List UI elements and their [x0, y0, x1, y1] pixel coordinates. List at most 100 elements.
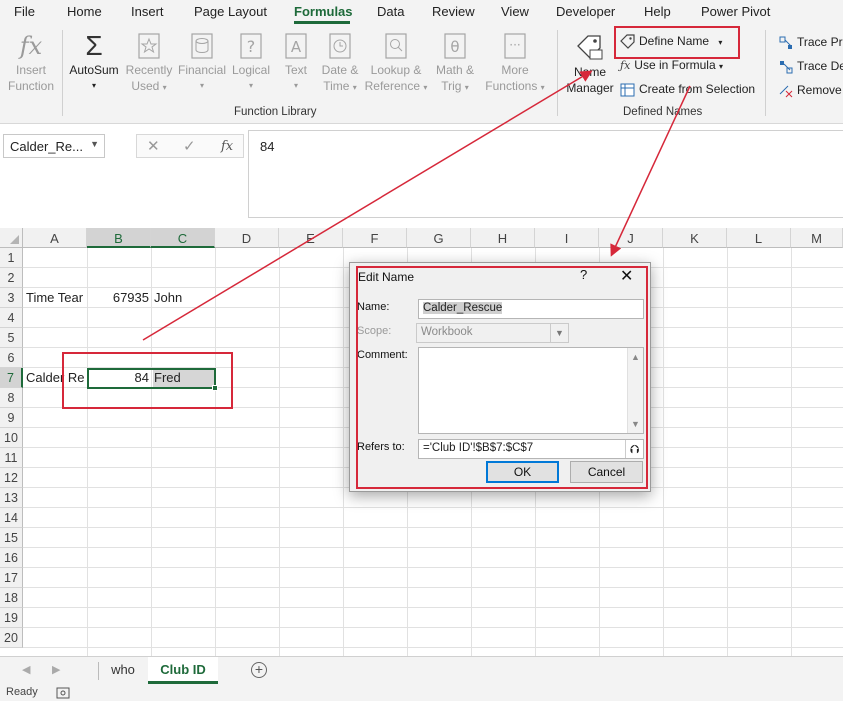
cell-b3[interactable]: 67935	[88, 288, 149, 308]
column-header-j[interactable]: J	[599, 228, 663, 248]
cell-a3[interactable]: Time Tear	[26, 288, 83, 308]
insert-function-label-2: Function	[7, 79, 55, 93]
tab-help[interactable]: Help	[644, 4, 671, 19]
tab-data[interactable]: Data	[377, 4, 404, 19]
row-header-16[interactable]: 16	[0, 548, 23, 568]
grid-column-line	[343, 248, 344, 656]
prev-sheet-icon[interactable]: ◀	[22, 663, 30, 676]
grid-row-line	[23, 587, 843, 588]
row-header-18[interactable]: 18	[0, 588, 23, 608]
column-header-e[interactable]: E	[279, 228, 343, 248]
row-header-12[interactable]: 12	[0, 468, 23, 488]
column-header-i[interactable]: I	[535, 228, 599, 248]
formula-buttons: ✕ ✓ fx	[136, 134, 244, 158]
row-header-9[interactable]: 9	[0, 408, 23, 428]
insert-function-button[interactable]: fx Insert Function	[4, 32, 58, 94]
tab-page-layout[interactable]: Page Layout	[194, 4, 267, 19]
financial-button[interactable]: Financial ▾	[176, 32, 228, 94]
svg-text:···: ···	[509, 38, 520, 52]
lookup-reference-button[interactable]: Lookup & Reference ▾	[364, 32, 428, 96]
row-header-1[interactable]: 1	[0, 248, 23, 268]
chevron-down-icon: ▾	[91, 81, 96, 90]
row-header-5[interactable]: 5	[0, 328, 23, 348]
grid-row-line	[23, 547, 843, 548]
column-header-c[interactable]: C	[151, 228, 215, 248]
star-book-icon	[138, 33, 160, 59]
row-header-17[interactable]: 17	[0, 568, 23, 588]
formula-input[interactable]: 84	[248, 130, 843, 218]
sheet-tab-who[interactable]: who	[100, 657, 146, 684]
recently-used-button[interactable]: Recently Used ▾	[123, 32, 175, 96]
row-header-8[interactable]: 8	[0, 388, 23, 408]
insert-function-icon[interactable]: fx	[221, 139, 233, 154]
create-from-selection-button[interactable]: Create from Selection	[620, 82, 755, 97]
tab-insert[interactable]: Insert	[131, 4, 164, 19]
column-header-a[interactable]: A	[23, 228, 87, 248]
row-header-3[interactable]: 3	[0, 288, 23, 308]
tab-view[interactable]: View	[501, 4, 529, 19]
column-header-m[interactable]: M	[791, 228, 843, 248]
status-text: Ready	[6, 686, 38, 698]
grid-column-line	[215, 248, 216, 656]
name-manager-label-1: Name	[573, 65, 606, 79]
accessibility-icon[interactable]	[56, 687, 70, 699]
cancel-icon[interactable]: ✕	[147, 137, 160, 155]
name-box-value: Calder_Re...	[10, 139, 83, 154]
insert-function-label-1: Insert	[15, 63, 46, 77]
date-time-label-2: Time ▾	[323, 79, 357, 93]
tab-developer[interactable]: Developer	[556, 4, 615, 19]
active-tab-underline	[294, 21, 350, 24]
clock-book-icon	[329, 33, 351, 59]
logical-button[interactable]: ? Logical ▾	[228, 32, 274, 94]
chevron-down-icon[interactable]: ▼	[90, 139, 99, 149]
name-box[interactable]: Calder_Re... ▼	[3, 134, 105, 158]
row-header-11[interactable]: 11	[0, 448, 23, 468]
trace-dependents-button[interactable]: Trace De	[779, 59, 843, 74]
use-in-formula-button[interactable]: ƒx Use in Formula ▾	[620, 58, 723, 72]
row-header-7[interactable]: 7	[0, 368, 23, 388]
sheet-tab-club-id[interactable]: Club ID	[148, 657, 218, 684]
autosum-button[interactable]: Σ AutoSum ▾	[66, 32, 122, 94]
edit-name-dialog: Edit Name ? ✕ Name: Calder_Rescue Scope:…	[349, 262, 651, 492]
math-trig-button[interactable]: θ Math & Trig ▾	[430, 32, 480, 96]
trace-precedents-button[interactable]: Trace Pre	[779, 35, 843, 50]
tab-review[interactable]: Review	[432, 4, 475, 19]
column-header-l[interactable]: L	[727, 228, 791, 248]
add-sheet-icon[interactable]: +	[251, 662, 267, 678]
row-header-15[interactable]: 15	[0, 528, 23, 548]
tab-power-pivot[interactable]: Power Pivot	[701, 4, 770, 19]
row-header-19[interactable]: 19	[0, 608, 23, 628]
row-header-4[interactable]: 4	[0, 308, 23, 328]
chevron-down-icon: ▾	[199, 81, 204, 90]
tab-home[interactable]: Home	[67, 4, 102, 19]
column-header-k[interactable]: K	[663, 228, 727, 248]
grid-column-line	[87, 248, 88, 656]
trace-dependents-icon	[780, 60, 793, 74]
tab-formulas[interactable]: Formulas	[294, 4, 353, 19]
name-manager-button[interactable]: Name Manager	[562, 32, 618, 96]
column-header-d[interactable]: D	[215, 228, 279, 248]
more-functions-button[interactable]: ··· More Functions ▾	[482, 32, 548, 96]
remove-arrows-button[interactable]: Remove	[779, 83, 842, 98]
row-header-2[interactable]: 2	[0, 268, 23, 288]
column-header-f[interactable]: F	[343, 228, 407, 248]
row-header-10[interactable]: 10	[0, 428, 23, 448]
enter-check-icon[interactable]: ✓	[183, 137, 196, 155]
select-all-corner[interactable]	[0, 228, 23, 248]
row-header-20[interactable]: 20	[0, 628, 23, 648]
lookup-reference-label-2: Reference ▾	[364, 79, 428, 93]
column-header-b[interactable]: B	[87, 228, 151, 248]
row-header-13[interactable]: 13	[0, 488, 23, 508]
column-header-g[interactable]: G	[407, 228, 471, 248]
remove-arrows-label: Remove	[797, 83, 842, 97]
svg-text:θ: θ	[450, 38, 459, 56]
cell-c3[interactable]: John	[154, 288, 182, 308]
text-functions-button[interactable]: A Text ▾	[276, 32, 316, 94]
row-header-14[interactable]: 14	[0, 508, 23, 528]
column-header-h[interactable]: H	[471, 228, 535, 248]
date-time-button[interactable]: Date & Time ▾	[316, 32, 364, 96]
row-header-6[interactable]: 6	[0, 348, 23, 368]
trace-dependents-label: Trace De	[797, 59, 843, 73]
tab-file[interactable]: File	[14, 4, 35, 19]
next-sheet-icon[interactable]: ▶	[52, 663, 60, 676]
